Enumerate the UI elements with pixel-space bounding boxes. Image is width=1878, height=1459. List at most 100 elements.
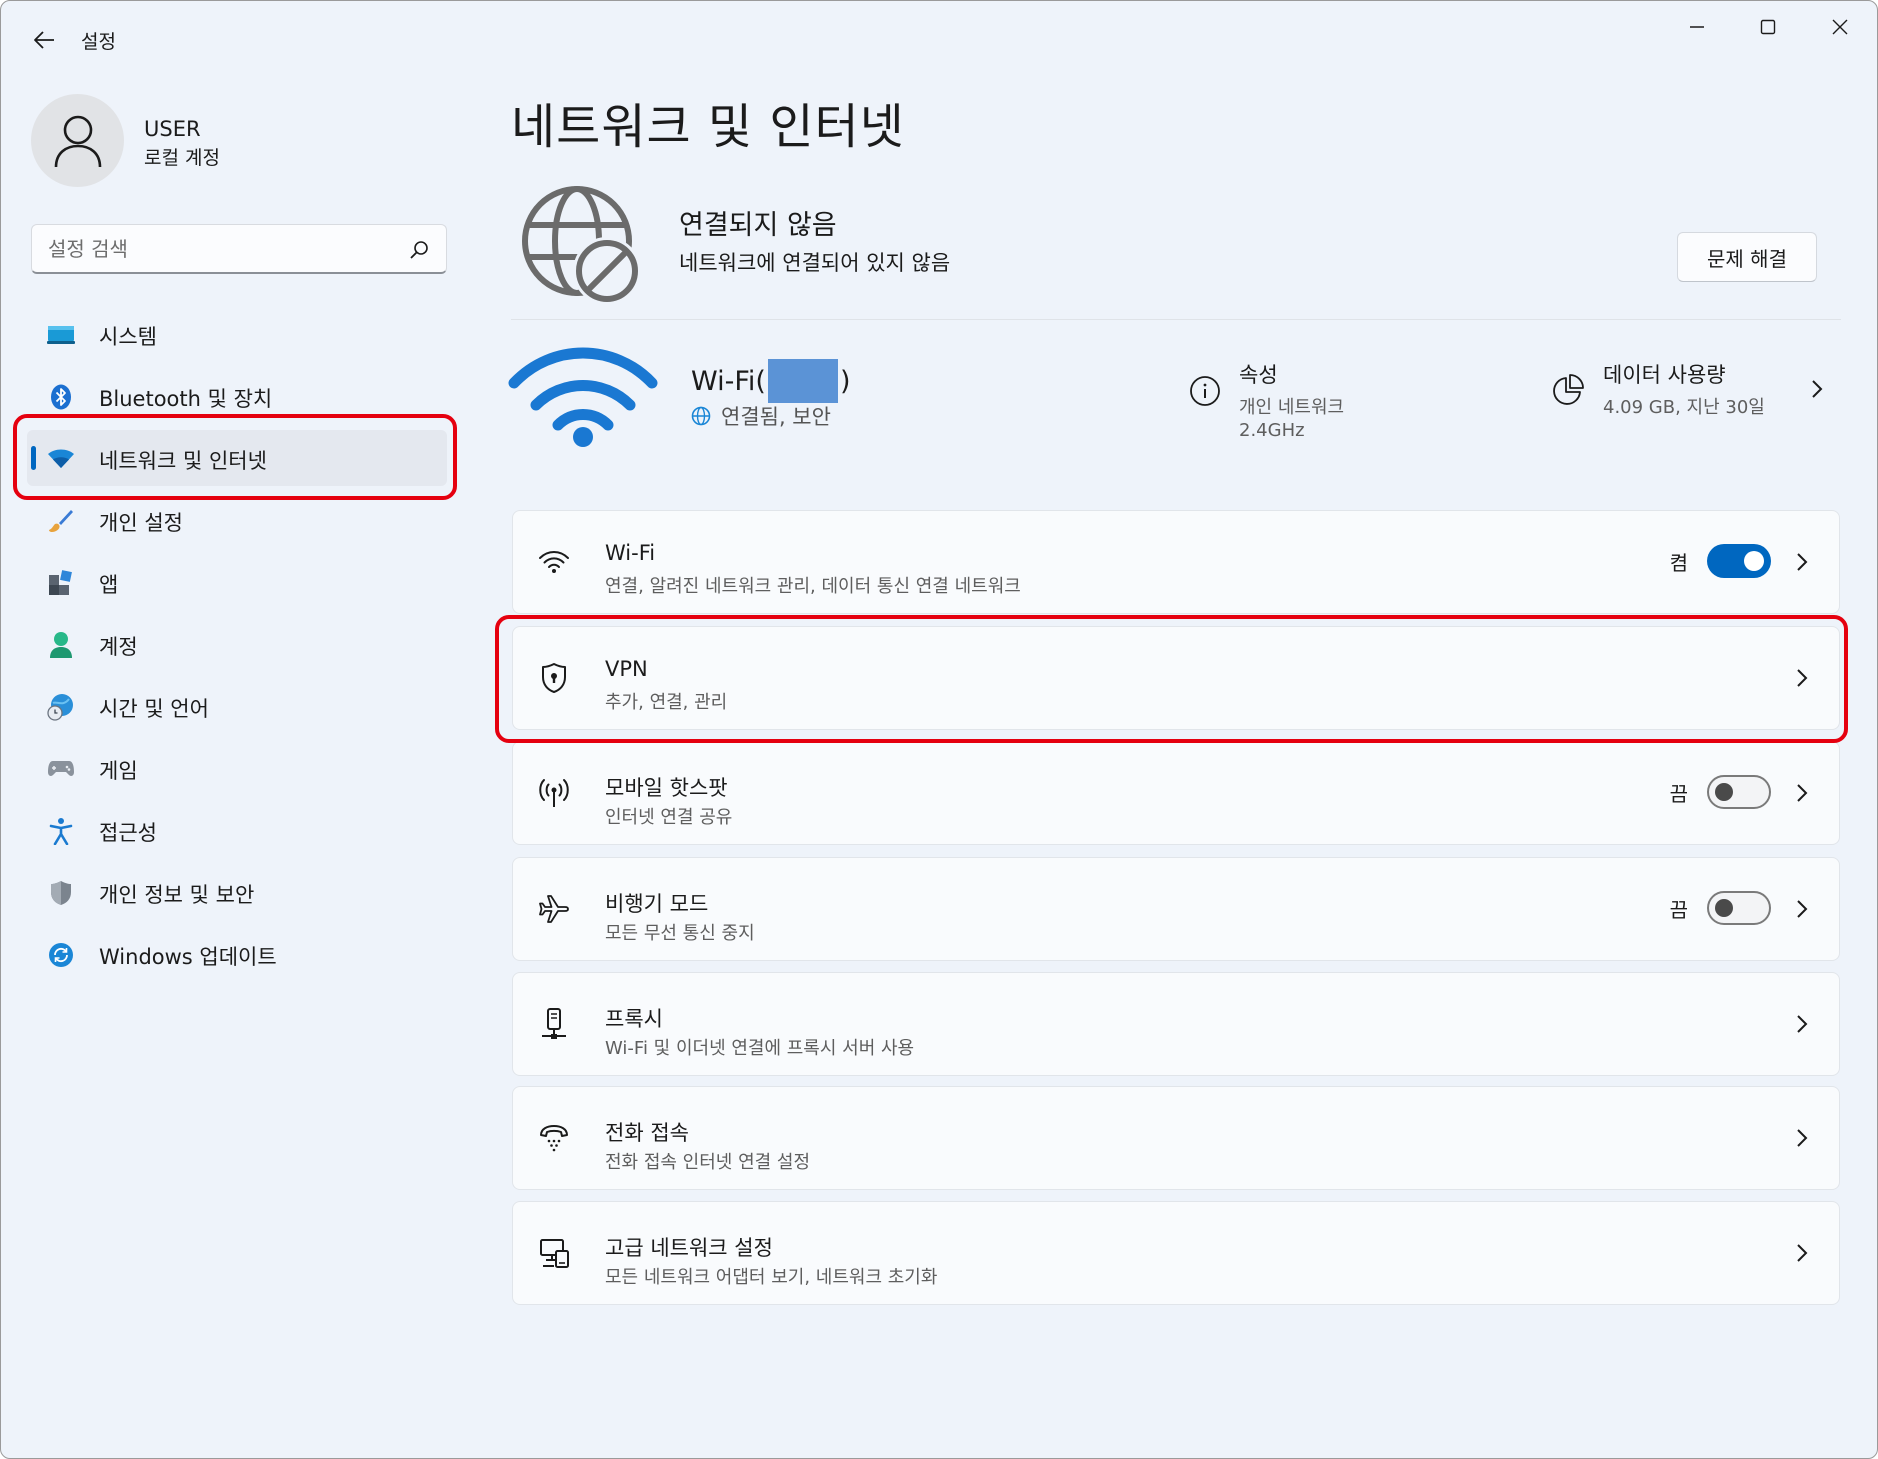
connection-security-status: 연결됨, 보안 xyxy=(691,401,831,431)
wifi-toggle[interactable] xyxy=(1707,544,1771,578)
apps-icon xyxy=(47,569,75,597)
back-arrow-icon xyxy=(34,31,54,49)
sidebar-item-gaming[interactable]: 게임 xyxy=(27,740,447,796)
sidebar-item-time-language[interactable]: 시간 및 언어 xyxy=(27,678,447,734)
card-advanced-network-settings[interactable]: 고급 네트워크 설정 모든 네트워크 어댑터 보기, 네트워크 초기화 xyxy=(512,1201,1840,1305)
connection-status-text: 연결됨, 보안 xyxy=(721,405,831,429)
search-input[interactable] xyxy=(48,234,388,264)
sidebar-item-bluetooth[interactable]: Bluetooth 및 장치 xyxy=(27,368,447,424)
app-title: 설정 xyxy=(81,31,116,53)
network-band: 2.4GHz xyxy=(1239,420,1305,441)
sidebar-item-personalization[interactable]: 개인 설정 xyxy=(27,492,447,548)
data-usage-link[interactable]: 데이터 사용량 xyxy=(1603,359,1726,389)
troubleshoot-button[interactable]: 문제 해결 xyxy=(1677,232,1817,282)
toggle-knob xyxy=(1744,551,1764,571)
card-subtitle: 추가, 연결, 관리 xyxy=(605,692,728,713)
close-button[interactable] xyxy=(1811,9,1869,45)
connection-status-subtitle: 네트워크에 연결되어 있지 않음 xyxy=(679,251,951,275)
globe-disconnected-icon xyxy=(522,186,641,305)
mobile-hotspot-toggle[interactable] xyxy=(1707,775,1771,809)
data-usage-value: 4.09 GB, 지난 30일 xyxy=(1603,397,1765,418)
sidebar-item-accounts[interactable]: 계정 xyxy=(27,616,447,672)
dialup-icon xyxy=(537,1121,571,1155)
sidebar-item-label: 계정 xyxy=(99,635,138,659)
card-title: 고급 네트워크 설정 xyxy=(605,1236,773,1260)
card-airplane-mode[interactable]: 비행기 모드 모든 무선 통신 중지 끔 xyxy=(512,857,1840,961)
sidebar-item-label: 시스템 xyxy=(99,325,157,349)
card-subtitle: 연결, 알려진 네트워크 관리, 데이터 통신 연결 네트워크 xyxy=(605,576,1021,597)
sidebar-item-label: 시간 및 언어 xyxy=(99,697,209,721)
data-usage-icon[interactable] xyxy=(1551,373,1585,407)
chevron-right-icon xyxy=(1797,553,1808,571)
network-profile: 개인 네트워크 xyxy=(1239,397,1345,418)
sidebar-item-label: 접근성 xyxy=(99,821,157,845)
minimize-button[interactable] xyxy=(1668,9,1726,45)
airplane-mode-toggle[interactable] xyxy=(1707,891,1771,925)
update-icon xyxy=(47,941,75,969)
title-bar: 설정 xyxy=(1,1,1877,77)
card-subtitle: 인터넷 연결 공유 xyxy=(605,807,733,828)
card-subtitle: 전화 접속 인터넷 연결 설정 xyxy=(605,1152,811,1173)
card-mobile-hotspot[interactable]: 모바일 핫스팟 인터넷 연결 공유 끔 xyxy=(512,741,1840,845)
sidebar-item-label: 개인 설정 xyxy=(99,511,183,535)
sidebar-item-label: 개인 정보 및 보안 xyxy=(99,883,255,907)
search-box[interactable] xyxy=(31,224,447,274)
card-subtitle: 모든 네트워크 어댑터 보기, 네트워크 초기화 xyxy=(605,1267,938,1288)
back-button[interactable] xyxy=(25,23,63,57)
accessibility-icon xyxy=(47,817,75,845)
card-proxy[interactable]: 프록시 Wi-Fi 및 이더넷 연결에 프록시 서버 사용 xyxy=(512,972,1840,1076)
sidebar-item-network[interactable]: 네트워크 및 인터넷 xyxy=(27,430,447,486)
toggle-state-label: 켬 xyxy=(1669,551,1688,575)
properties-link[interactable]: 속성 xyxy=(1239,359,1278,389)
vpn-shield-icon xyxy=(537,661,571,695)
airplane-icon xyxy=(537,892,571,926)
chevron-right-icon xyxy=(1797,1129,1808,1147)
toggle-knob xyxy=(1715,899,1733,917)
connection-name-prefix: Wi-Fi( xyxy=(691,365,766,397)
sidebar-item-windows-update[interactable]: Windows 업데이트 xyxy=(27,926,447,982)
card-dial-up[interactable]: 전화 접속 전화 접속 인터넷 연결 설정 xyxy=(512,1086,1840,1190)
redacted-ssid xyxy=(767,359,838,403)
connection-status-title: 연결되지 않음 xyxy=(679,210,837,241)
card-wifi[interactable]: Wi-Fi 연결, 알려진 네트워크 관리, 데이터 통신 연결 네트워크 켬 xyxy=(512,510,1840,614)
sidebar-item-label: 게임 xyxy=(99,759,138,783)
network-adapter-icon xyxy=(537,1236,571,1270)
sidebar-item-label: 네트워크 및 인터넷 xyxy=(99,449,267,473)
sidebar-item-label: 앱 xyxy=(99,573,119,597)
chevron-right-icon xyxy=(1797,1015,1808,1033)
avatar[interactable] xyxy=(31,94,124,187)
hotspot-icon xyxy=(537,776,571,810)
gamepad-icon xyxy=(47,755,75,783)
sidebar-item-system[interactable]: 시스템 xyxy=(27,306,447,362)
page-title: 네트워크 및 인터넷 xyxy=(511,99,905,155)
chevron-right-icon xyxy=(1797,1244,1808,1262)
wifi-icon xyxy=(47,445,75,473)
card-subtitle: 모든 무선 통신 중지 xyxy=(605,923,755,944)
sidebar-item-label: Windows 업데이트 xyxy=(99,945,277,969)
card-subtitle: Wi-Fi 및 이더넷 연결에 프록시 서버 사용 xyxy=(605,1038,915,1059)
bluetooth-icon xyxy=(47,383,75,411)
proxy-icon xyxy=(537,1007,571,1041)
account-type: 로컬 계정 xyxy=(144,147,220,169)
wifi-icon xyxy=(537,545,571,579)
chevron-right-icon[interactable] xyxy=(1807,375,1827,403)
maximize-button[interactable] xyxy=(1739,9,1797,45)
sidebar-item-apps[interactable]: 앱 xyxy=(27,554,447,610)
divider xyxy=(511,319,1841,320)
chevron-right-icon xyxy=(1797,784,1808,802)
sidebar-item-label: Bluetooth 및 장치 xyxy=(99,387,273,411)
card-title: 모바일 핫스팟 xyxy=(605,776,728,800)
sidebar-item-accessibility[interactable]: 접근성 xyxy=(27,802,447,858)
time-language-icon xyxy=(47,693,75,721)
card-vpn[interactable]: VPN 추가, 연결, 관리 xyxy=(512,626,1840,730)
search-icon[interactable] xyxy=(408,239,430,261)
active-indicator xyxy=(31,446,36,470)
card-title: 비행기 모드 xyxy=(605,892,709,916)
wifi-signal-icon xyxy=(508,347,658,447)
sidebar-item-privacy[interactable]: 개인 정보 및 보안 xyxy=(27,864,447,920)
chevron-right-icon xyxy=(1797,900,1808,918)
toggle-state-label: 끔 xyxy=(1669,898,1688,922)
user-icon xyxy=(54,115,101,167)
card-title: Wi-Fi xyxy=(605,541,656,565)
info-icon[interactable] xyxy=(1189,375,1221,407)
